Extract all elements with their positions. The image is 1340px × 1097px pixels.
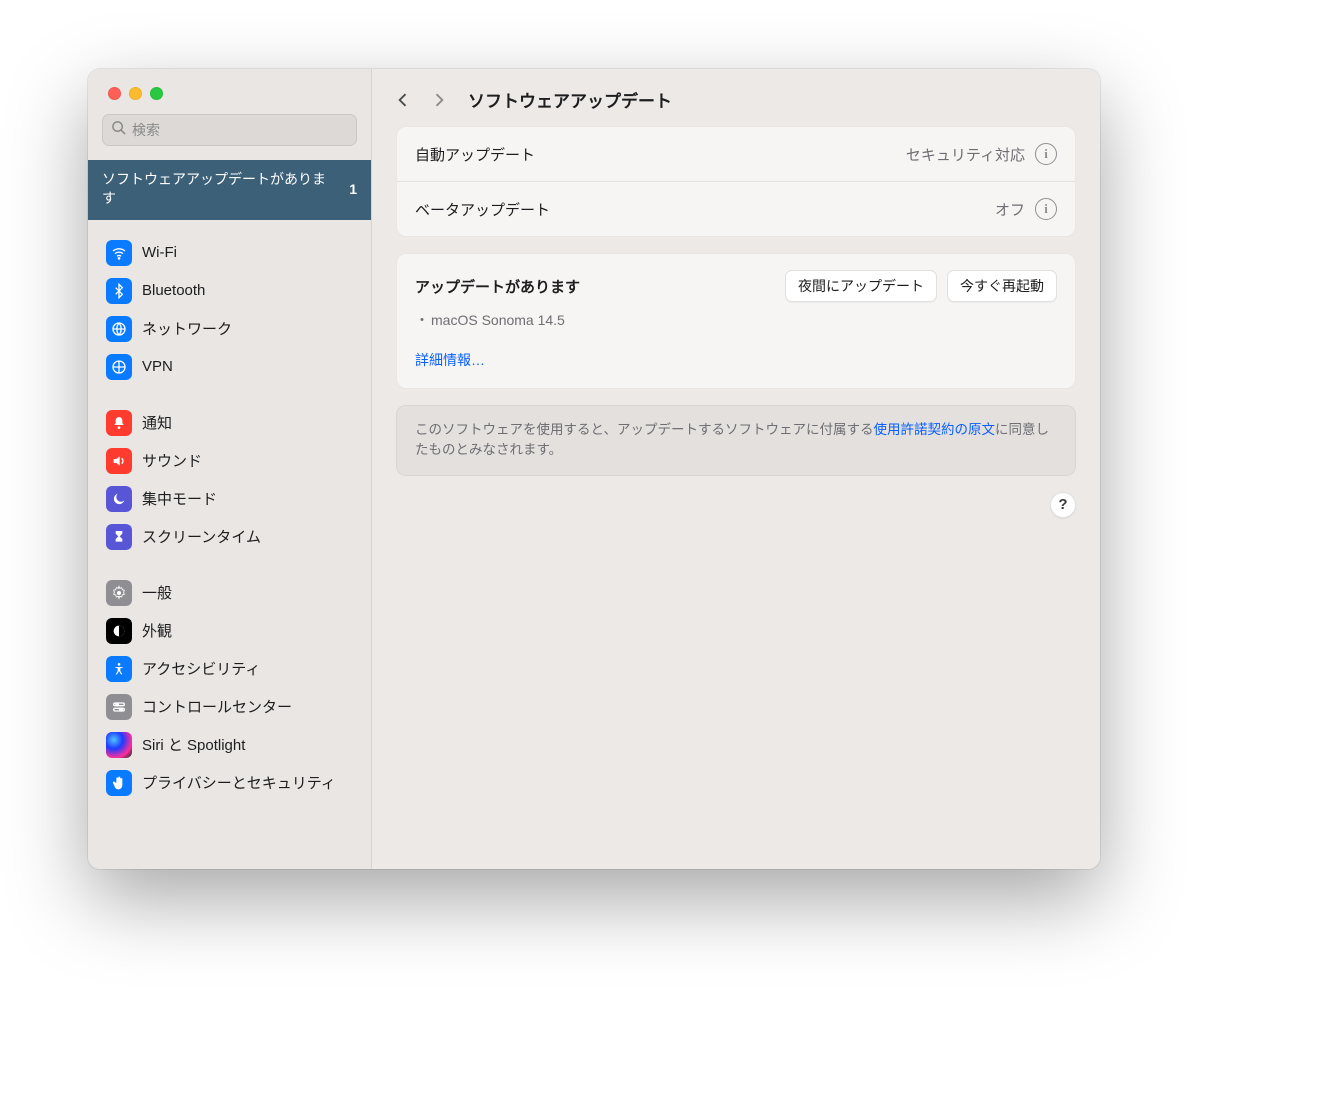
- sidebar-item-label: プライバシーとセキュリティ: [142, 772, 336, 793]
- info-icon[interactable]: i: [1035, 143, 1057, 165]
- legal-notice: このソフトウェアを使用すると、アップデートするソフトウェアに付属する使用許諾契約…: [396, 405, 1076, 476]
- update-list-item: macOS Sonoma 14.5: [397, 308, 1075, 336]
- window-controls: [88, 69, 371, 114]
- info-icon[interactable]: i: [1035, 198, 1057, 220]
- bell-icon: [106, 410, 132, 436]
- update-available-banner[interactable]: ソフトウェアアップデートがあります 1: [88, 160, 371, 220]
- sidebar-item-label: VPN: [142, 358, 173, 375]
- sidebar-item-sound[interactable]: サウンド: [98, 442, 361, 480]
- siri-icon: [106, 732, 132, 758]
- banner-text: ソフトウェアアップデートがあります: [102, 170, 339, 208]
- sidebar-item-label: スクリーンタイム: [142, 526, 261, 547]
- search-field[interactable]: [102, 114, 357, 146]
- sidebar-list: Wi-Fi Bluetooth ネットワーク VPN 通知: [88, 220, 371, 830]
- row-auto-update[interactable]: 自動アップデート セキュリティ対応 i: [397, 127, 1075, 181]
- sidebar-item-general[interactable]: 一般: [98, 574, 361, 612]
- sidebar-item-network[interactable]: ネットワーク: [98, 310, 361, 348]
- wifi-icon: [106, 240, 132, 266]
- sidebar-item-label: サウンド: [142, 450, 202, 471]
- row-beta-update[interactable]: ベータアップデート オフ i: [397, 181, 1075, 236]
- restart-now-button[interactable]: 今すぐ再起動: [947, 270, 1057, 302]
- sidebar-item-screentime[interactable]: スクリーンタイム: [98, 518, 361, 556]
- sidebar-item-privacy[interactable]: プライバシーとセキュリティ: [98, 764, 361, 802]
- sidebar-item-notifications[interactable]: 通知: [98, 404, 361, 442]
- row-value: セキュリティ対応: [906, 144, 1025, 165]
- vpn-icon: [106, 354, 132, 380]
- bluetooth-icon: [106, 278, 132, 304]
- update-tonight-button[interactable]: 夜間にアップデート: [785, 270, 937, 302]
- sidebar-item-label: 通知: [142, 412, 172, 433]
- settings-window: ソフトウェアアップデートがあります 1 Wi-Fi Bluetooth ネットワ…: [88, 69, 1100, 869]
- sidebar-item-wifi[interactable]: Wi-Fi: [98, 234, 361, 272]
- row-value: オフ: [995, 199, 1025, 220]
- sliders-icon: [106, 694, 132, 720]
- appearance-icon: [106, 618, 132, 644]
- updates-panel: アップデートがあります 夜間にアップデート 今すぐ再起動 macOS Sonom…: [396, 253, 1076, 389]
- sidebar-item-label: Bluetooth: [142, 282, 205, 299]
- sidebar-item-label: 外観: [142, 620, 172, 641]
- speaker-icon: [106, 448, 132, 474]
- updates-heading: アップデートがあります: [415, 276, 580, 297]
- banner-badge: 1: [349, 181, 357, 197]
- sidebar-item-accessibility[interactable]: アクセシビリティ: [98, 650, 361, 688]
- close-window-button[interactable]: [108, 87, 121, 100]
- sidebar-item-vpn[interactable]: VPN: [98, 348, 361, 386]
- hourglass-icon: [106, 524, 132, 550]
- accessibility-icon: [106, 656, 132, 682]
- license-link[interactable]: 使用許諾契約の原文: [873, 422, 995, 437]
- moon-icon: [106, 486, 132, 512]
- help-button[interactable]: ?: [1050, 492, 1076, 518]
- settings-panel: 自動アップデート セキュリティ対応 i ベータアップデート オフ i: [396, 126, 1076, 237]
- hand-icon: [106, 770, 132, 796]
- page-title: ソフトウェアアップデート: [468, 87, 672, 112]
- sidebar-item-label: 集中モード: [142, 488, 217, 509]
- sidebar-item-focus[interactable]: 集中モード: [98, 480, 361, 518]
- sidebar-item-siri[interactable]: Siri と Spotlight: [98, 726, 361, 764]
- search-input[interactable]: [132, 122, 348, 138]
- titlebar: ソフトウェアアップデート: [372, 69, 1100, 126]
- sidebar-item-label: Siri と Spotlight: [142, 734, 245, 755]
- legal-prefix: このソフトウェアを使用すると、アップデートするソフトウェアに付属する: [415, 422, 873, 437]
- sidebar-item-label: Wi-Fi: [142, 244, 177, 261]
- sidebar-item-controlcenter[interactable]: コントロールセンター: [98, 688, 361, 726]
- row-label: ベータアップデート: [415, 199, 550, 220]
- gear-icon: [106, 580, 132, 606]
- more-info-link[interactable]: 詳細情報…: [415, 352, 485, 368]
- sidebar-item-label: ネットワーク: [142, 318, 232, 339]
- zoom-window-button[interactable]: [150, 87, 163, 100]
- sidebar-item-label: コントロールセンター: [142, 696, 292, 717]
- sidebar-item-appearance[interactable]: 外観: [98, 612, 361, 650]
- nav-back-button[interactable]: [392, 89, 414, 111]
- search-icon: [111, 120, 126, 140]
- globe-icon: [106, 316, 132, 342]
- main-content: ソフトウェアアップデート 自動アップデート セキュリティ対応 i ベータアップデ…: [372, 69, 1100, 869]
- minimize-window-button[interactable]: [129, 87, 142, 100]
- sidebar: ソフトウェアアップデートがあります 1 Wi-Fi Bluetooth ネットワ…: [88, 69, 372, 869]
- row-label: 自動アップデート: [415, 144, 535, 165]
- sidebar-item-label: アクセシビリティ: [142, 658, 260, 679]
- sidebar-item-bluetooth[interactable]: Bluetooth: [98, 272, 361, 310]
- sidebar-item-label: 一般: [142, 582, 172, 603]
- nav-forward-button[interactable]: [428, 89, 450, 111]
